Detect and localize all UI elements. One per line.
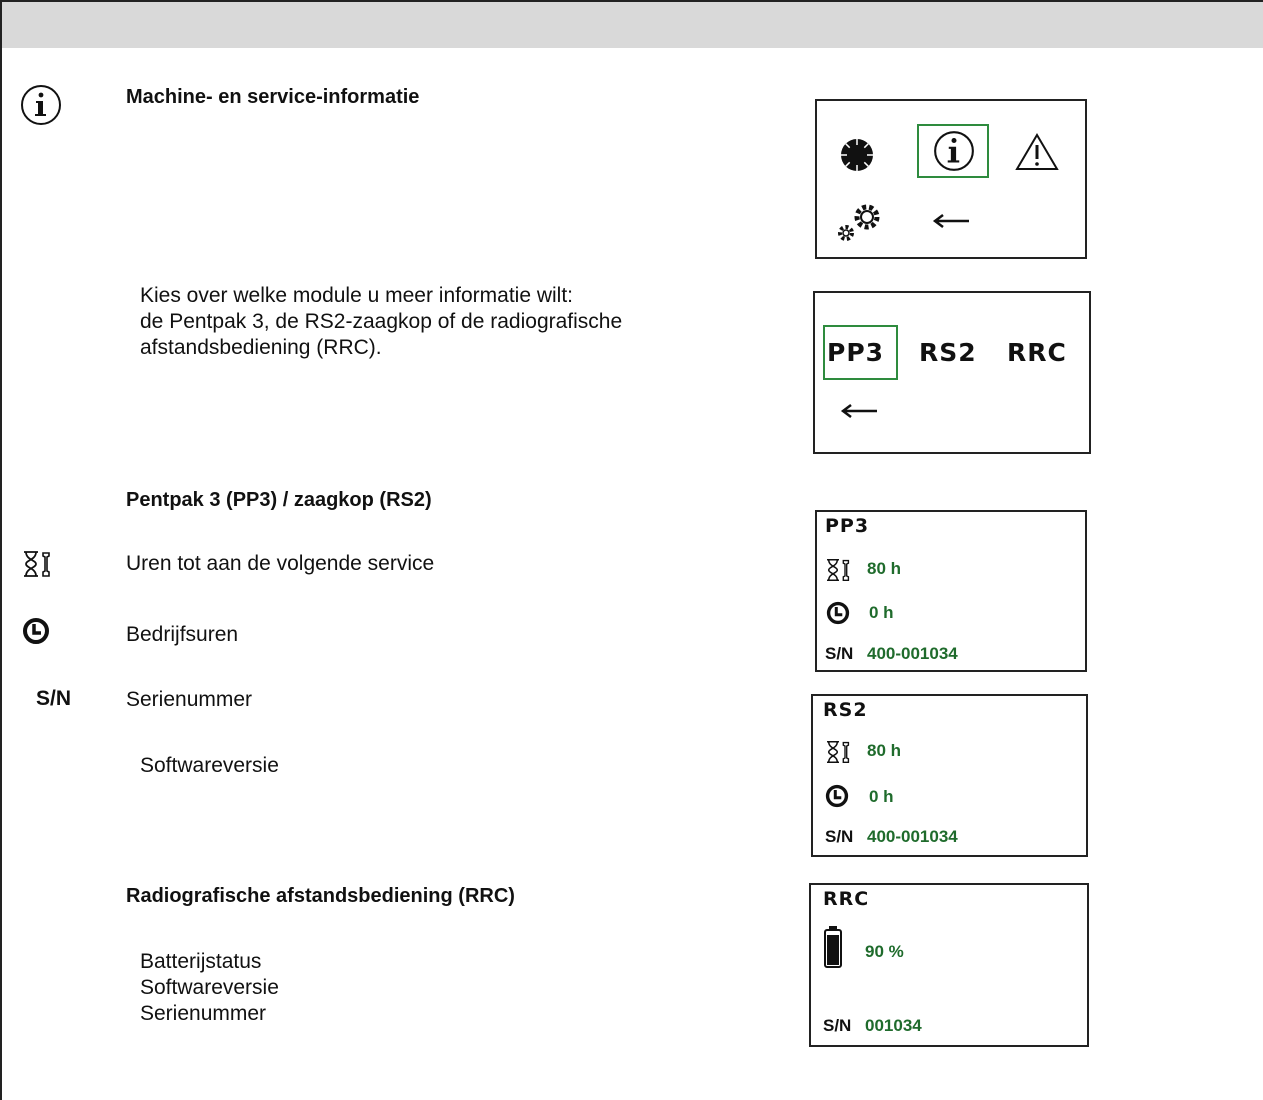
module-option-rrc[interactable]: RRC [1007, 338, 1067, 367]
serial-value: 400-001034 [867, 827, 958, 846]
screen-title: RS2 [823, 699, 868, 721]
blade-icon[interactable] [839, 137, 875, 173]
rrc-items: Batterijstatus Softwareversie Serienumme… [140, 949, 279, 1027]
service-hours-value: 80 h [867, 559, 902, 578]
screen-title: PP3 [825, 515, 870, 537]
service-hours-icon [827, 558, 850, 582]
clock-icon [23, 618, 49, 644]
rrc-item-battery: Batterijstatus [140, 950, 262, 973]
service-hours-icon [24, 551, 50, 577]
module-option-pp3[interactable]: PP3 [827, 338, 884, 367]
info-icon [21, 85, 61, 125]
service-hours-icon [827, 740, 850, 764]
module-choice-line: de Pentpak 3, de RS2-zaagkop of de radio… [140, 310, 623, 333]
page-title: Machine- en service-informatie [126, 86, 420, 108]
serial-number-symbol: S/N [36, 687, 72, 710]
back-arrow-icon[interactable] [839, 401, 879, 421]
section-heading-rrc: Radiografische afstandsbediening (RRC) [126, 885, 515, 907]
menu-screen [815, 99, 1087, 259]
serial-value: 400-001034 [867, 644, 958, 663]
gears-icon[interactable] [833, 201, 885, 245]
rrc-info-screen: RRC 90 % S/N 001034 [809, 883, 1089, 1047]
operating-hours-value: 0 h [869, 787, 894, 806]
screen-title: RRC [823, 888, 870, 910]
rrc-item-serial: Serienummer [140, 1002, 267, 1025]
serial-label: S/N [825, 827, 854, 846]
software-version-label: Softwareversie [140, 754, 279, 777]
header-bar [2, 2, 1263, 48]
back-arrow-icon[interactable] [931, 211, 971, 231]
section-heading-pp3-rs2: Pentpak 3 (PP3) / zaagkop (RS2) [126, 489, 432, 511]
clock-icon [826, 601, 850, 625]
info-icon[interactable] [932, 129, 976, 173]
module-screen: PP3 RS2 RRC [813, 291, 1091, 454]
operating-hours-label: Bedrijfsuren [126, 623, 239, 646]
serial-label: S/N [825, 644, 854, 663]
serial-number-label: Serienummer [126, 688, 253, 711]
rrc-item-software: Softwareversie [140, 976, 279, 999]
service-hours-value: 80 h [867, 741, 902, 760]
operating-hours-value: 0 h [869, 603, 894, 622]
module-choice-line: Kies over welke module u meer informatie… [140, 284, 574, 307]
service-hours-label: Uren tot aan de volgende service [126, 552, 435, 575]
module-choice-text: Kies over welke module u meer informatie… [140, 283, 622, 361]
battery-icon [824, 926, 842, 968]
pp3-info-screen: PP3 80 h 0 h S/N 400-001034 [815, 510, 1087, 672]
module-choice-line: afstandsbediening (RRC). [140, 336, 382, 359]
serial-value: 001034 [865, 1016, 922, 1035]
module-option-rs2[interactable]: RS2 [919, 338, 977, 367]
rs2-info-screen: RS2 80 h 0 h S/N 400-001034 [811, 694, 1088, 857]
warning-icon[interactable] [1015, 133, 1059, 171]
battery-value: 90 % [865, 942, 904, 961]
clock-icon [825, 784, 849, 808]
serial-label: S/N [823, 1016, 852, 1035]
